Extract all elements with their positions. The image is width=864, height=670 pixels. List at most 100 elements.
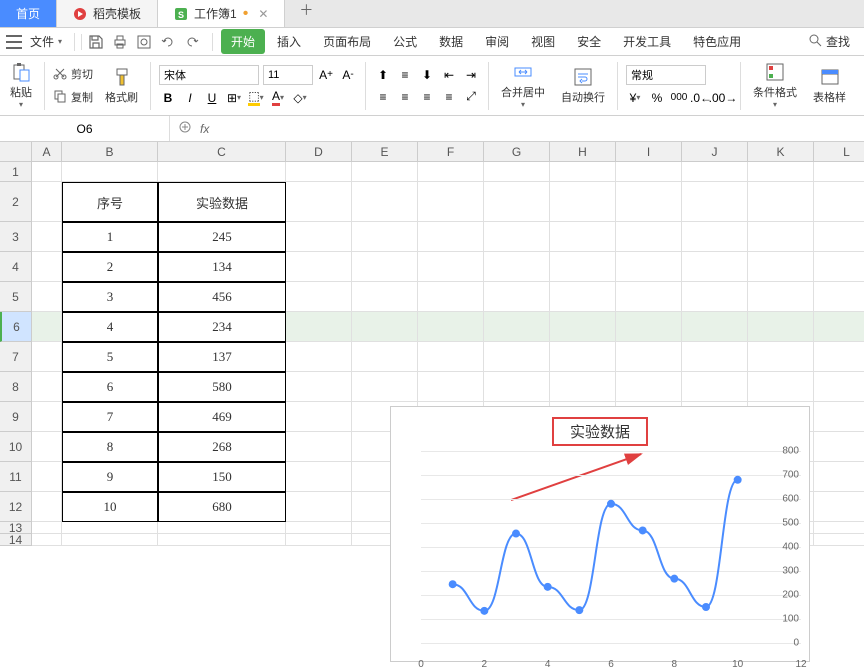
cell[interactable] (286, 162, 352, 182)
cell[interactable] (286, 432, 352, 462)
cell[interactable] (484, 162, 550, 182)
cell[interactable] (748, 182, 814, 222)
cell[interactable] (286, 462, 352, 492)
indent-increase-button[interactable]: ⇥ (462, 66, 480, 84)
cell[interactable] (158, 534, 286, 546)
cell[interactable] (158, 162, 286, 182)
cell[interactable] (550, 222, 616, 252)
cell[interactable] (814, 312, 864, 342)
row-header[interactable]: 11 (0, 462, 32, 492)
column-header[interactable]: I (616, 142, 682, 162)
hamburger-icon[interactable] (6, 35, 22, 49)
cell[interactable] (286, 252, 352, 282)
redo-icon[interactable] (184, 34, 200, 50)
print-preview-icon[interactable] (136, 34, 152, 50)
cell[interactable] (484, 222, 550, 252)
cell[interactable] (286, 282, 352, 312)
cell[interactable] (550, 282, 616, 312)
column-header[interactable]: K (748, 142, 814, 162)
cell[interactable] (418, 282, 484, 312)
cell[interactable] (286, 534, 352, 546)
cell[interactable] (682, 342, 748, 372)
cell[interactable] (814, 182, 864, 222)
table-data-cell[interactable]: 137 (158, 342, 286, 372)
cell[interactable] (682, 312, 748, 342)
row-header[interactable]: 1 (0, 162, 32, 182)
cell[interactable] (682, 162, 748, 182)
table-data-cell[interactable]: 268 (158, 432, 286, 462)
row-header[interactable]: 6 (0, 312, 32, 342)
row-header[interactable]: 8 (0, 372, 32, 402)
table-data-cell[interactable]: 680 (158, 492, 286, 522)
cell[interactable] (32, 462, 62, 492)
cell[interactable] (418, 252, 484, 282)
cell[interactable] (814, 402, 864, 432)
cell[interactable] (682, 282, 748, 312)
table-data-cell[interactable]: 3 (62, 282, 158, 312)
cell[interactable] (352, 182, 418, 222)
cell[interactable] (286, 372, 352, 402)
cell[interactable] (616, 342, 682, 372)
ribbon-tab-start[interactable]: 开始 (221, 29, 265, 54)
cell[interactable] (32, 492, 62, 522)
cell[interactable] (352, 312, 418, 342)
column-header[interactable]: C (158, 142, 286, 162)
decrease-font-button[interactable]: A- (339, 66, 357, 84)
cell[interactable] (418, 342, 484, 372)
row-header[interactable]: 14 (0, 534, 32, 546)
table-data-cell[interactable]: 134 (158, 252, 286, 282)
align-left-button[interactable]: ≡ (374, 88, 392, 106)
cell[interactable] (748, 222, 814, 252)
cut-button[interactable]: 剪切 (71, 66, 93, 82)
row-header[interactable]: 3 (0, 222, 32, 252)
cell[interactable] (616, 282, 682, 312)
cell[interactable] (286, 492, 352, 522)
column-header[interactable]: E (352, 142, 418, 162)
bold-button[interactable]: B (159, 89, 177, 107)
cell[interactable] (352, 222, 418, 252)
table-data-cell[interactable]: 7 (62, 402, 158, 432)
new-tab-button[interactable]: ＋ (285, 0, 327, 27)
cell[interactable] (352, 252, 418, 282)
column-header[interactable]: A (32, 142, 62, 162)
orientation-button[interactable]: ⤢ (462, 88, 480, 106)
align-center-button[interactable]: ≡ (396, 88, 414, 106)
tab-workbook[interactable]: S 工作簿1 • ✕ (158, 0, 285, 27)
table-data-cell[interactable]: 5 (62, 342, 158, 372)
clear-format-button[interactable]: ◇▾ (291, 89, 309, 107)
cell[interactable] (286, 182, 352, 222)
grid[interactable]: ABCDEFGHIJKL 1234567891011121314 序号实验数据1… (0, 142, 864, 566)
close-icon[interactable]: ✕ (258, 7, 268, 21)
cell[interactable] (32, 282, 62, 312)
cell[interactable] (748, 372, 814, 402)
ribbon-tab-pagelayout[interactable]: 页面布局 (313, 29, 381, 54)
cell[interactable] (32, 372, 62, 402)
fill-color-button[interactable]: ⬚▾ (247, 89, 265, 107)
cell[interactable] (484, 252, 550, 282)
align-justify-button[interactable]: ≡ (440, 88, 458, 106)
cell[interactable] (550, 162, 616, 182)
table-data-cell[interactable]: 2 (62, 252, 158, 282)
table-data-cell[interactable]: 1 (62, 222, 158, 252)
cell[interactable] (286, 312, 352, 342)
italic-button[interactable]: I (181, 89, 199, 107)
cell[interactable] (814, 462, 864, 492)
cell[interactable] (616, 182, 682, 222)
row-header[interactable]: 5 (0, 282, 32, 312)
table-data-cell[interactable]: 10 (62, 492, 158, 522)
column-header[interactable]: L (814, 142, 864, 162)
table-data-cell[interactable]: 234 (158, 312, 286, 342)
cell[interactable] (748, 282, 814, 312)
font-family-select[interactable] (159, 65, 259, 85)
cell[interactable] (32, 222, 62, 252)
cell[interactable] (814, 282, 864, 312)
table-data-cell[interactable]: 580 (158, 372, 286, 402)
cell[interactable] (352, 342, 418, 372)
cell[interactable] (352, 162, 418, 182)
cell[interactable] (484, 182, 550, 222)
cell[interactable] (550, 372, 616, 402)
font-color-button[interactable]: A▾ (269, 89, 287, 107)
column-header[interactable]: H (550, 142, 616, 162)
ribbon-tab-review[interactable]: 审阅 (475, 29, 519, 54)
chart-title[interactable]: 实验数据 (552, 417, 648, 446)
